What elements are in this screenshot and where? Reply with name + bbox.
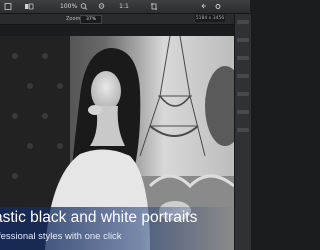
status-strip: Zoom 37% 5184 x 3456 — [0, 14, 234, 25]
caption-subtitle: fessional styles with one click — [0, 231, 122, 242]
panel-row[interactable] — [237, 56, 249, 60]
caption-banner: astic black and white portraits fessiona… — [0, 207, 234, 250]
zoom-out-icon[interactable] — [98, 2, 106, 11]
zoom-in-icon[interactable] — [80, 2, 88, 11]
panel-row[interactable] — [237, 128, 249, 132]
fullscreen-icon[interactable] — [4, 2, 12, 11]
settings-icon[interactable] — [214, 2, 222, 11]
zoom-label: Zoom — [66, 16, 81, 22]
panel-row[interactable] — [237, 74, 249, 78]
zoom-value-field[interactable]: 37% — [80, 15, 102, 24]
panel-row[interactable] — [237, 110, 249, 114]
zoom-percent[interactable]: 100% — [60, 2, 77, 11]
panel-row[interactable] — [237, 20, 249, 24]
fit-button[interactable]: 1:1 — [118, 2, 130, 11]
crop-icon[interactable] — [150, 2, 158, 11]
compare-icon[interactable] — [24, 2, 34, 11]
panel-row[interactable] — [237, 38, 249, 42]
undo-icon[interactable] — [200, 2, 208, 11]
image-dimensions: 5184 x 3456 — [195, 15, 225, 22]
caption-title: astic black and white portraits — [0, 209, 198, 226]
panel-row[interactable] — [237, 92, 249, 96]
right-panel — [234, 14, 251, 250]
top-toolbar: 100% 1:1 — [0, 0, 250, 14]
